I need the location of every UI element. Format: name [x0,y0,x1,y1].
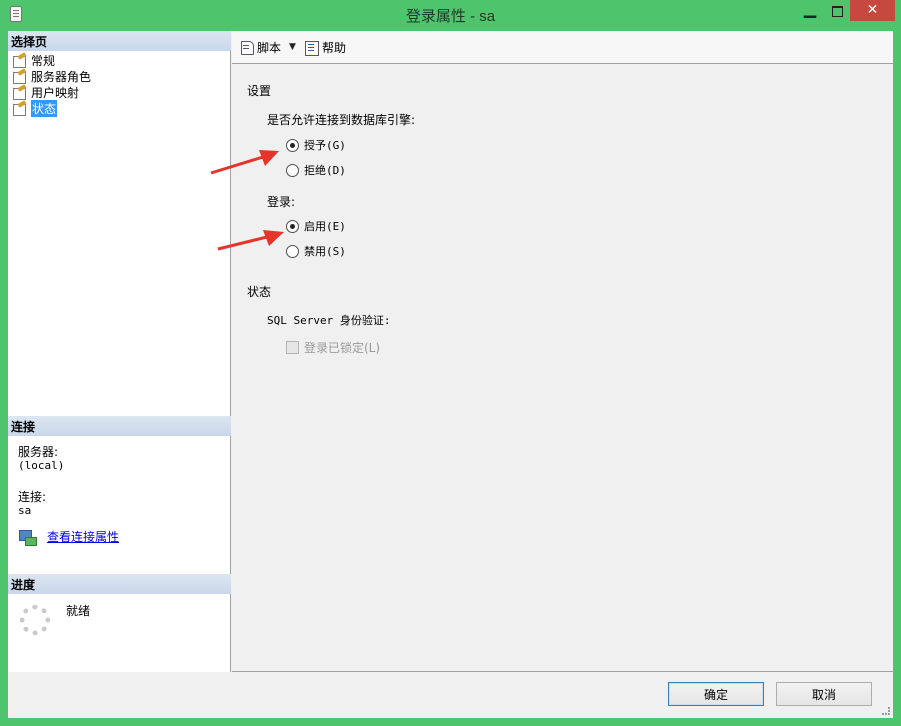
page-item-label: 常规 [31,53,56,68]
page-item-label: 用户映射 [31,85,80,100]
server-label: 服务器: [18,445,59,459]
annotation-arrow-icon [217,230,284,251]
page-settings-icon [12,102,27,116]
view-connection-link[interactable]: 查看连接属性 [47,528,119,545]
connection-label: 连接: [18,490,47,504]
settings-heading: 设置 [247,84,272,98]
server-value: (local) [18,459,65,472]
login-locked-checkbox [286,341,299,354]
deny-label: 拒绝(D) [304,164,346,177]
resize-grip-icon[interactable] [882,707,890,715]
progress-status: 就绪 [66,604,91,618]
deny-radio-option[interactable]: 拒绝(D) [286,162,346,178]
permission-label: 是否允许连接到数据库引擎: [267,113,416,127]
help-label: 帮助 [321,40,346,55]
window-title: 登录属性 - sa [405,8,496,25]
help-button[interactable]: 帮助 [304,39,346,56]
login-locked-option: 登录已锁定(L) [286,339,380,356]
status-page-content: 设置 是否允许连接到数据库引擎: 授予(G) 拒绝(D) 登录: 启用(E) 禁… [232,65,893,672]
dropdown-arrow-icon[interactable]: ▼ [289,42,296,52]
page-settings-icon [12,70,27,84]
status-heading: 状态 [247,285,272,299]
view-connection-properties[interactable]: 查看连接属性 [18,528,119,546]
connection-value: sa [18,504,32,517]
ok-button[interactable]: 确定 [668,682,764,706]
minimize-button[interactable]: ▁ [797,0,823,22]
page-item-user-mapping[interactable]: 用户映射 [12,84,91,100]
enabled-radio-option[interactable]: 启用(E) [286,218,346,234]
page-item-general[interactable]: 常规 [12,52,91,68]
connection-info: 服务器: (local) 连接: sa [18,445,65,518]
page-item-label: 服务器角色 [31,69,92,84]
select-page-header: 选择页 [8,31,231,51]
page-item-status[interactable]: 状态 [12,99,91,117]
disabled-radio-option[interactable]: 禁用(S) [286,243,346,259]
page-item-label: 状态 [31,99,58,117]
sql-auth-label: SQL Server 身份验证: [267,314,391,327]
progress-spinner-icon [20,605,50,635]
login-label: 登录: [267,195,296,209]
grant-radio-option[interactable]: 授予(G) [286,137,346,153]
grant-radio[interactable] [286,138,299,152]
grant-label: 授予(G) [304,139,346,152]
close-button[interactable]: ✕ [850,0,895,21]
annotation-arrow-icon [210,150,279,175]
page-list: 常规 服务器角色 用户映射 状态 [12,52,91,117]
page-item-server-roles[interactable]: 服务器角色 [12,68,91,84]
left-pane: 选择页 常规 服务器角色 用户映射 状态 连接 服务器: (local) 连接:… [8,31,231,672]
toolbar: 脚本 ▼ 帮助 [232,31,893,64]
login-locked-label: 登录已锁定(L) [304,341,381,355]
help-icon [304,40,319,56]
dialog-client-area: 选择页 常规 服务器角色 用户映射 状态 连接 服务器: (local) 连接:… [8,31,893,718]
enabled-label: 启用(E) [304,220,346,233]
page-settings-icon [12,54,27,68]
progress-header: 进度 [8,574,231,594]
script-button[interactable]: 脚本 ▼ [240,39,296,56]
page-settings-icon [12,86,27,100]
deny-radio[interactable] [286,163,299,177]
connection-header: 连接 [8,416,231,436]
script-label: 脚本 [257,40,282,55]
connection-properties-icon [18,529,37,546]
maximize-button[interactable] [824,0,850,22]
title-bar: 登录属性 - sa ▁ ✕ [0,0,901,30]
disabled-label: 禁用(S) [304,245,346,258]
cancel-button[interactable]: 取消 [776,682,872,706]
script-icon [240,40,254,55]
